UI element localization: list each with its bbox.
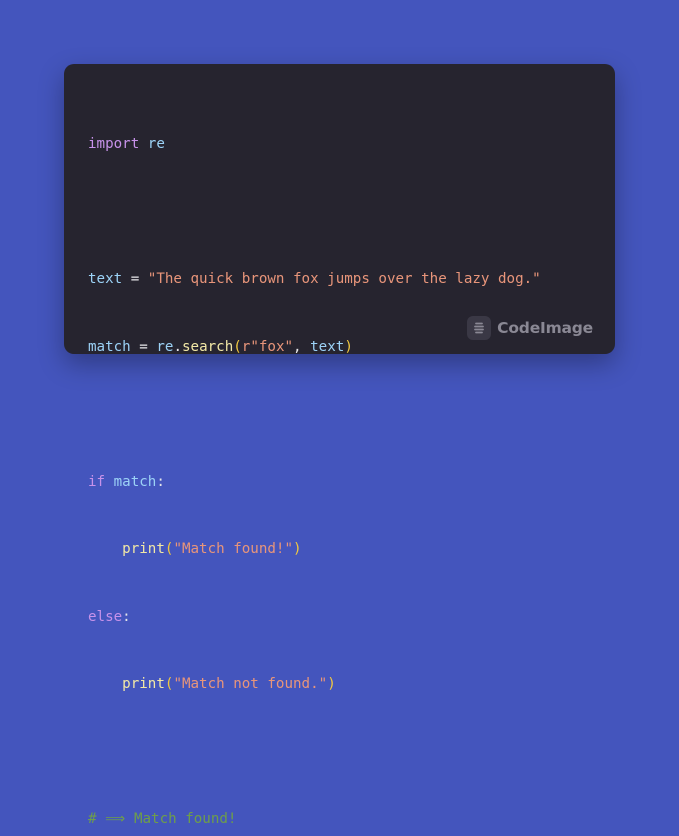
string-literal: "The quick brown fox jumps over the lazy… — [147, 271, 541, 287]
open-paren: ( — [233, 338, 242, 355]
string-literal: "Match found!" — [173, 541, 294, 557]
keyword-else: else — [88, 608, 123, 625]
code-block: import re text = "The quick brown fox ju… — [88, 88, 541, 836]
keyword-import: import — [88, 136, 140, 152]
close-paren: ) — [344, 338, 353, 355]
assign-operator: = — [122, 271, 148, 287]
code-line-1: import re — [88, 133, 541, 156]
close-paren: ) — [327, 676, 336, 692]
keyword-if: if — [88, 473, 106, 490]
code-line-8: else: — [88, 606, 541, 629]
close-paren: ) — [293, 541, 302, 557]
function-print: print — [122, 541, 165, 557]
variable-match: match — [113, 473, 157, 490]
colon: : — [156, 473, 165, 490]
code-line-9: print("Match not found.") — [88, 673, 541, 696]
open-paren: ( — [164, 676, 174, 692]
code-window: import re text = "The quick brown fox ju… — [64, 64, 615, 827]
comma: , — [293, 338, 311, 355]
variable-match: match — [88, 338, 131, 355]
assign-operator: = — [130, 338, 157, 355]
dot-operator: . — [173, 338, 182, 355]
code-line-11: # ⟹ Match found! — [88, 808, 541, 831]
string-literal: "fox" — [250, 338, 294, 355]
codeimage-watermark: CodeImage — [467, 316, 593, 340]
comment: # ⟹ Match found! — [88, 811, 237, 827]
function-print: print — [122, 676, 165, 692]
open-paren: ( — [164, 541, 174, 557]
code-line-3: text = "The quick brown fox jumps over t… — [88, 268, 541, 291]
codeimage-logo-icon — [467, 316, 492, 340]
module-re: re — [156, 338, 174, 355]
code-line-6: if match: — [88, 471, 541, 494]
brand-name: CodeImage — [497, 319, 593, 337]
module-re: re — [147, 136, 165, 152]
function-search: search — [181, 338, 234, 355]
string-literal: "Match not found." — [173, 676, 328, 692]
code-line-7: print("Match found!") — [88, 538, 541, 561]
argument-text: text — [310, 338, 345, 355]
colon: : — [122, 608, 131, 625]
variable-text: text — [88, 271, 123, 287]
